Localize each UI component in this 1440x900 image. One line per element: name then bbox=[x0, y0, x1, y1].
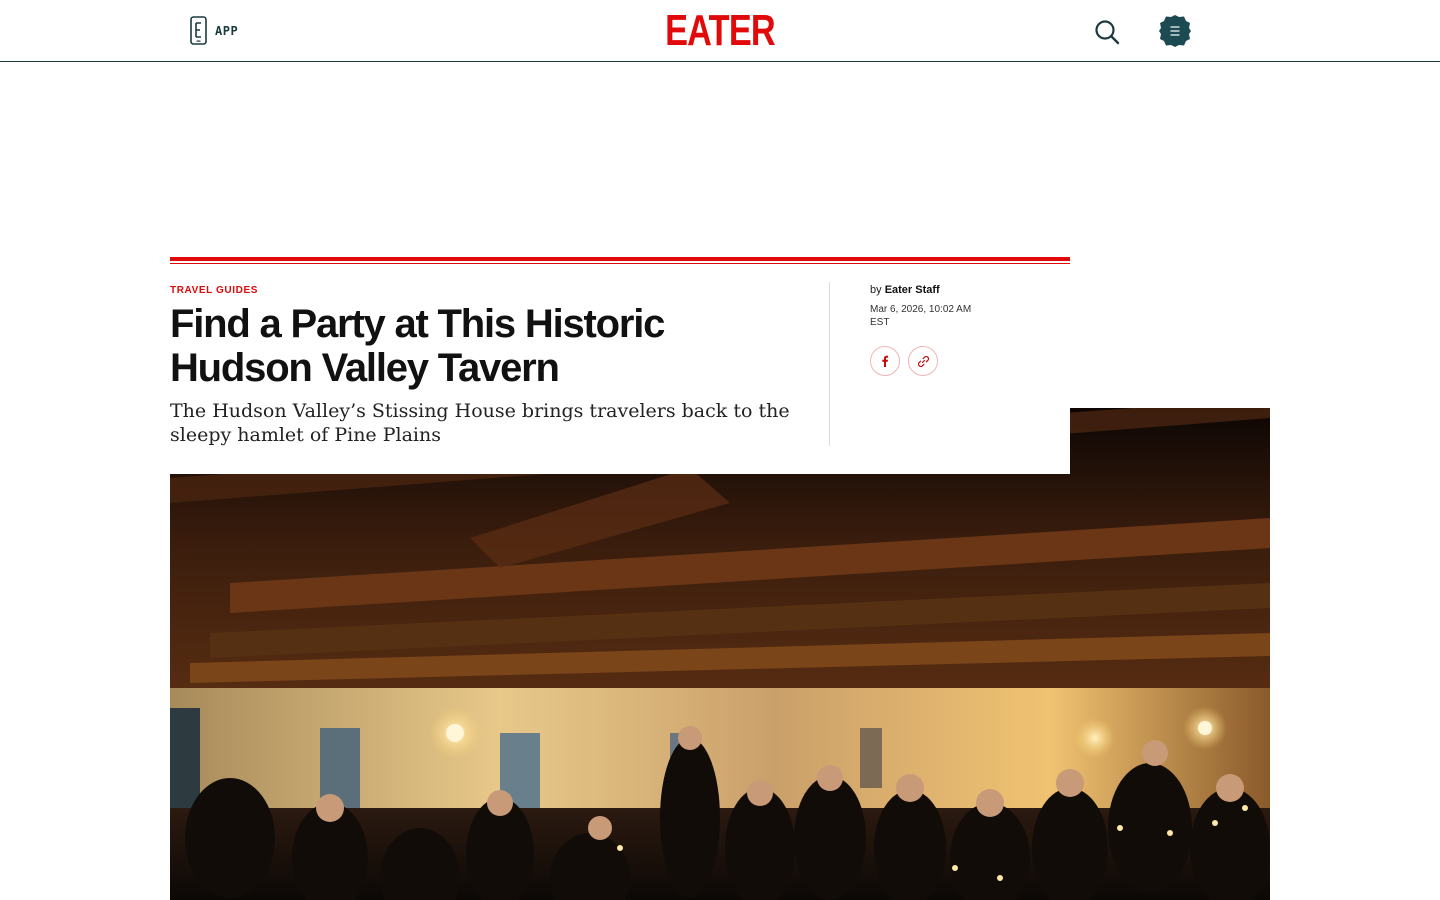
app-download-link[interactable]: APP bbox=[190, 16, 238, 45]
vertical-divider bbox=[829, 282, 830, 446]
header-rule-thin bbox=[170, 263, 1070, 264]
app-label: APP bbox=[215, 23, 239, 38]
ad-placeholder bbox=[0, 63, 1440, 253]
hero-photo bbox=[170, 408, 1270, 900]
search-button[interactable] bbox=[1093, 18, 1121, 46]
share-facebook-button[interactable] bbox=[870, 346, 900, 376]
facebook-icon bbox=[882, 355, 889, 367]
hamburger-menu-icon bbox=[1159, 15, 1191, 47]
category-kicker-link[interactable]: TRAVEL GUIDES bbox=[170, 285, 258, 296]
link-icon bbox=[917, 355, 929, 367]
header-rule bbox=[170, 257, 1070, 261]
author-link[interactable]: Eater Staff bbox=[885, 284, 940, 296]
hero-photo-graphic bbox=[170, 408, 1270, 900]
eater-logo[interactable]: EATER bbox=[665, 9, 776, 53]
top-navigation: APP EATER bbox=[0, 0, 1440, 62]
search-icon bbox=[1095, 20, 1120, 45]
article-dek: The Hudson Valley’s Stissing House bring… bbox=[170, 400, 790, 446]
copy-link-button[interactable] bbox=[908, 346, 938, 376]
article-headline: Find a Party at This Historic Hudson Val… bbox=[170, 302, 665, 390]
phone-app-icon bbox=[190, 16, 207, 45]
byline: by Eater Staff bbox=[870, 284, 940, 296]
byline-prefix: by bbox=[870, 284, 882, 296]
publish-date: Mar 6, 2026, 10:02 AM EST bbox=[870, 304, 972, 328]
menu-button[interactable] bbox=[1158, 14, 1192, 48]
